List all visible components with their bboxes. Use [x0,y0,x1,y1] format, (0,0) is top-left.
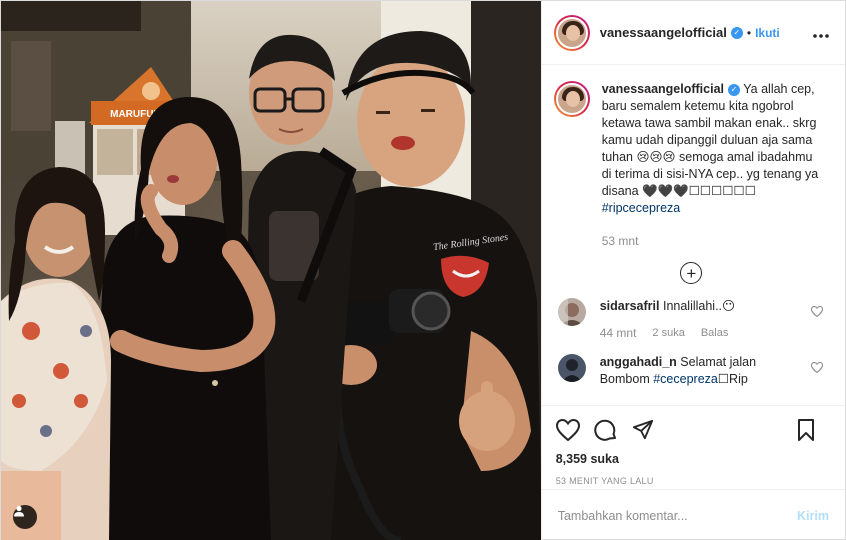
caption-body: Ya allah cep, baru semalem ketemu kita n… [601,82,819,198]
comment-suffix: ☐Rip [717,372,748,386]
caption-avatar[interactable] [553,81,590,117]
bookmark-icon[interactable] [797,418,815,442]
caption-hashtag[interactable]: #ripcecepreza [602,201,681,215]
heart-outline-icon[interactable] [810,304,824,320]
add-comment-bar: Kirim [541,489,845,540]
person-icon [14,505,24,517]
comment-item: sidarsafril Innalillahi..😶 44 mnt 2 suka… [554,298,829,342]
verified-badge-icon: ✓ [728,83,740,96]
author-username[interactable]: vanessaangelofficial [600,25,727,40]
post-timestamp: 53 MENIT YANG LALU [555,476,654,486]
follow-button[interactable]: Ikuti [755,26,780,40]
comment-bubble-icon[interactable] [594,418,618,442]
caption-username[interactable]: vanessaangelofficial [602,82,724,96]
heart-icon[interactable] [555,419,580,441]
comment-item: anggahadi_n Selamat jalan Bombom #cecepr… [554,354,829,388]
ellipsis-icon[interactable] [813,22,829,43]
comment-meta: 44 mnt 2 suka Balas [600,325,800,342]
comment-avatar[interactable] [557,354,586,382]
likes-count[interactable]: 8,359 suka [556,452,829,466]
author-avatar[interactable] [553,14,590,51]
comment-body: anggahadi_n Selamat jalan Bombom #cecepr… [600,354,800,388]
action-icons [555,414,829,446]
heart-outline-icon[interactable] [810,360,824,376]
caption-time: 53 mnt [601,234,639,248]
comment-avatar[interactable] [557,298,586,326]
reply-button[interactable]: Balas [701,325,729,342]
plus-circle-icon: + [680,262,703,284]
caption: vanessaangelofficial ✓ Ya allah cep, baru… [553,81,829,250]
comments-list[interactable]: vanessaangelofficial ✓ Ya allah cep, baru… [542,65,845,405]
comment-likes[interactable]: 2 suka [652,325,684,342]
load-more-comments-button[interactable]: + [554,262,829,284]
post-actions: 8,359 suka 53 MENIT YANG LALU [541,405,845,489]
tagged-users-button[interactable] [13,505,37,529]
post-header: vanessaangelofficial ✓ • Ikuti [541,1,845,65]
comment-hashtag[interactable]: #cecepreza [653,372,718,386]
post-sidebar: vanessaangelofficial ✓ • Ikuti vanessaan… [540,1,845,540]
comment-username[interactable]: sidarsafril [600,299,660,313]
post-comment-button[interactable]: Kirim [797,509,829,523]
post-modal: MARUFUKU The Rolling Stones vanessaangel… [0,0,846,540]
photo-illustration: MARUFUKU The Rolling Stones [1,1,541,540]
comment-body: sidarsafril Innalillahi..😶 44 mnt 2 suka… [600,298,800,342]
comment-input[interactable] [557,508,798,523]
comment-username[interactable]: anggahadi_n [600,355,677,369]
caption-text: vanessaangelofficial ✓ Ya allah cep, baru… [602,81,822,250]
separator-dot: • [746,25,752,40]
comment-time: 44 mnt [599,326,637,340]
share-icon[interactable] [632,419,654,441]
verified-badge-icon: ✓ [730,26,743,39]
comment-text: Innalillahi..😶 [662,299,736,313]
post-photo[interactable]: MARUFUKU The Rolling Stones [1,1,541,540]
